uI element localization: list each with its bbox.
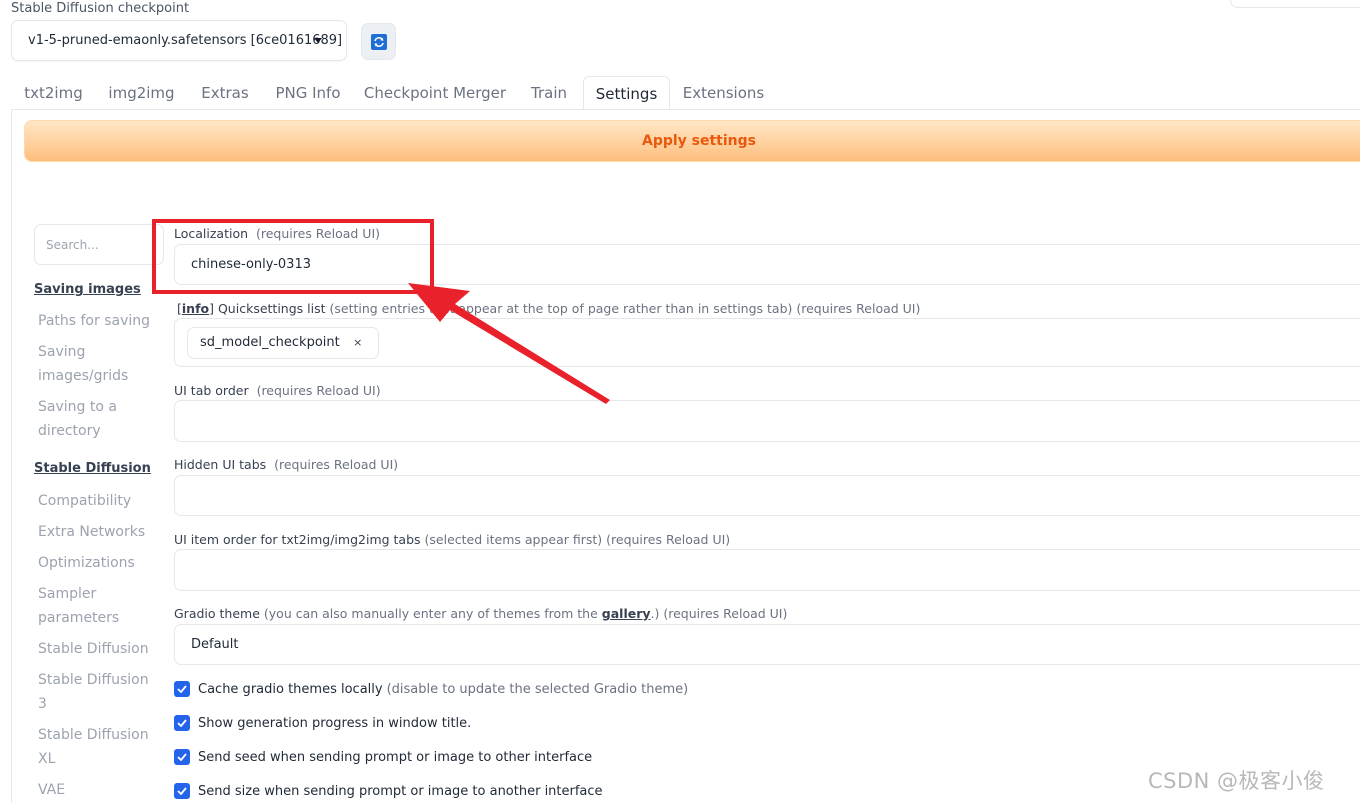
sidebar-group-stable-diffusion[interactable]: Stable Diffusion — [34, 461, 151, 476]
item-order-label: UI item order for txt2img/img2img tabs (… — [174, 532, 731, 547]
tab-checkpoint-merger[interactable]: Checkpoint Merger — [357, 76, 513, 110]
checkbox-send-seed[interactable]: Send seed when sending prompt or image t… — [174, 749, 592, 765]
sidebar-item-extra-networks[interactable]: Extra Networks — [38, 520, 153, 544]
checkmark-icon[interactable] — [174, 715, 190, 731]
gradio-theme-value: Default — [191, 637, 239, 652]
tab-png-info[interactable]: PNG Info — [266, 76, 350, 110]
checkmark-icon[interactable] — [174, 783, 190, 799]
hidden-tabs-multiselect[interactable] — [174, 475, 1360, 516]
sidebar-item-saving-images-grids[interactable]: Saving images/grids — [38, 340, 153, 388]
sidebar-item-paths-for-saving[interactable]: Paths for saving — [38, 309, 153, 333]
checkpoint-value: v1-5-pruned-emaonly.safetensors [6ce0161… — [28, 33, 343, 48]
settings-search-input[interactable] — [34, 224, 164, 265]
tab-order-label: UI tab order (requires Reload UI) — [174, 383, 381, 398]
gradio-theme-label: Gradio theme (you can also manually ente… — [174, 606, 788, 621]
sidebar-item-sampler-parameters[interactable]: Sampler parameters — [38, 582, 153, 630]
refresh-icon — [370, 33, 387, 50]
checkbox-cache-themes[interactable]: Cache gradio themes locally (disable to … — [174, 681, 688, 697]
gallery-link[interactable]: gallery — [602, 606, 651, 621]
tab-order-multiselect[interactable] — [174, 400, 1360, 442]
checkmark-icon[interactable] — [174, 681, 190, 697]
quicksettings-label: [info] Quicksettings list (setting entri… — [177, 301, 921, 316]
annotation-highlight-box — [152, 219, 434, 294]
sidebar-item-vae[interactable]: VAE — [38, 778, 153, 802]
sidebar-item-saving-to-directory[interactable]: Saving to a directory — [38, 395, 153, 443]
tab-extras[interactable]: Extras — [191, 76, 259, 110]
hidden-tabs-label: Hidden UI tabs (requires Reload UI) — [174, 457, 399, 472]
gradio-theme-dropdown[interactable]: Default — [174, 624, 1360, 665]
quicksettings-multiselect[interactable]: sd_model_checkpoint × — [174, 318, 1360, 367]
tab-extensions[interactable]: Extensions — [675, 76, 772, 110]
checkbox-send-size[interactable]: Send size when sending prompt or image t… — [174, 783, 603, 799]
checkmark-icon[interactable] — [174, 749, 190, 765]
remove-chip-icon[interactable]: × — [350, 335, 366, 351]
sidebar-item-stable-diffusion[interactable]: Stable Diffusion — [38, 637, 153, 661]
sidebar-group-saving-images[interactable]: Saving images — [34, 282, 141, 297]
chevron-down-icon — [314, 38, 322, 43]
item-order-multiselect[interactable] — [174, 549, 1360, 591]
sidebar-item-stable-diffusion-3[interactable]: Stable Diffusion 3 — [38, 668, 153, 716]
tab-img2img[interactable]: img2img — [99, 76, 184, 110]
quicksettings-chip: sd_model_checkpoint × — [187, 326, 379, 359]
sidebar-item-compatibility[interactable]: Compatibility — [38, 489, 153, 513]
apply-settings-button[interactable]: Apply settings — [24, 120, 1360, 162]
tab-txt2img[interactable]: txt2img — [15, 76, 92, 110]
settings-panel — [11, 109, 1360, 803]
watermark-text: CSDN @极客小俊 — [1148, 769, 1325, 793]
sidebar-item-stable-diffusion-xl[interactable]: Stable Diffusion XL — [38, 723, 153, 771]
refresh-checkpoint-button[interactable] — [361, 23, 396, 60]
tab-settings[interactable]: Settings — [583, 76, 670, 111]
checkpoint-label: Stable Diffusion checkpoint — [11, 1, 190, 16]
tab-train[interactable]: Train — [520, 76, 578, 110]
main-tabs: txt2img img2img Extras PNG Info Checkpoi… — [11, 76, 1360, 111]
top-right-control[interactable] — [1230, 0, 1360, 8]
sidebar-item-optimizations[interactable]: Optimizations — [38, 551, 153, 575]
checkpoint-dropdown[interactable]: v1-5-pruned-emaonly.safetensors [6ce0161… — [11, 20, 347, 61]
checkbox-progress-title[interactable]: Show generation progress in window title… — [174, 715, 471, 731]
info-link[interactable]: info — [182, 301, 209, 316]
